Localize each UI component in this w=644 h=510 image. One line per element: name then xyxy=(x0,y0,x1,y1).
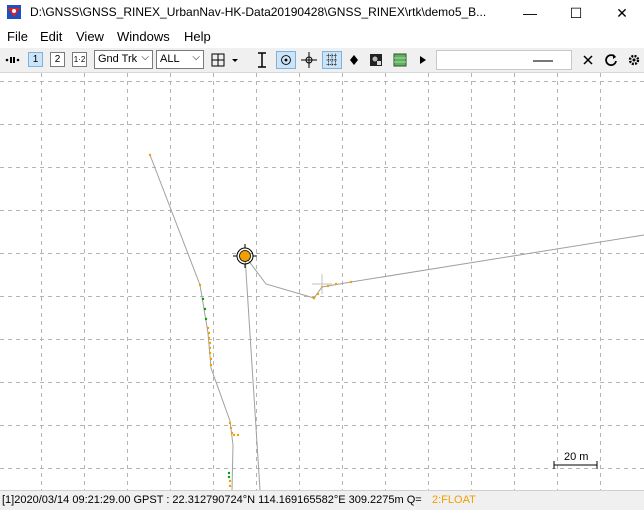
menu-view[interactable]: View xyxy=(76,29,104,44)
chevron-down-icon: ⌵ xyxy=(192,52,200,63)
center-origin-icon[interactable] xyxy=(276,51,296,69)
float-points xyxy=(148,153,353,488)
window-title: D:\GNSS\GNSS_RINEX_UrbanNav-HK-Data20190… xyxy=(30,5,487,19)
clear-icon[interactable] xyxy=(580,51,596,69)
minimize-button[interactable]: — xyxy=(508,0,552,26)
map-icon[interactable] xyxy=(392,51,408,69)
plot-2-button[interactable]: 2 xyxy=(50,52,65,67)
app-icon xyxy=(7,5,21,19)
gear-icon[interactable] xyxy=(626,51,642,69)
menu-edit[interactable]: Edit xyxy=(40,29,62,44)
scale-label: 20 m xyxy=(564,451,588,463)
plot-1-button[interactable]: 1 xyxy=(28,52,43,67)
dropdown-arrow-icon[interactable] xyxy=(230,51,240,69)
menu-bar: File Edit View Windows Help xyxy=(0,27,644,47)
title-bar: D:\GNSS\GNSS_RINEX_UrbanNav-HK-Data20190… xyxy=(0,0,644,26)
plot-1-2-button[interactable]: 1·2 xyxy=(72,52,87,67)
slider-thumb[interactable] xyxy=(533,60,553,62)
menu-file[interactable]: File xyxy=(7,29,28,44)
menu-help[interactable]: Help xyxy=(184,29,211,44)
grid-icon[interactable] xyxy=(322,51,342,69)
play-icon[interactable] xyxy=(416,51,430,69)
plot-canvas: 20 m xyxy=(0,73,644,490)
close-button[interactable]: ✕ xyxy=(600,0,644,26)
maximize-icon: ☐ xyxy=(569,4,583,21)
origin-cross xyxy=(312,274,332,294)
marker-icon[interactable] xyxy=(346,51,362,69)
current-position-marker xyxy=(233,244,257,268)
fit-vertical-icon[interactable] xyxy=(254,51,270,69)
track-lines xyxy=(149,154,644,490)
maximize-button[interactable]: ☐ xyxy=(554,0,598,26)
status-position-text: [1]2020/03/14 09:21:29.00 GPST : 22.3127… xyxy=(2,494,422,506)
satellite-value: ALL xyxy=(160,53,180,65)
plot-type-value: Gnd Trk xyxy=(98,53,138,65)
menu-windows[interactable]: Windows xyxy=(117,29,170,44)
time-slider[interactable] xyxy=(436,50,572,70)
show-cross-icon[interactable] xyxy=(300,51,318,69)
chevron-down-icon: ⌵ xyxy=(141,52,149,63)
minimize-icon: — xyxy=(523,5,537,21)
satellite-select[interactable]: ALL ⌵ xyxy=(156,50,204,69)
status-bar: [1]2020/03/14 09:21:29.00 GPST : 22.3127… xyxy=(0,490,644,510)
status-quality: 2:FLOAT xyxy=(432,494,476,506)
close-icon: ✕ xyxy=(616,4,628,21)
quality-filter-icon[interactable] xyxy=(210,51,226,69)
image-icon[interactable] xyxy=(368,51,384,69)
ground-track-plot[interactable]: 20 m xyxy=(0,73,644,490)
fix-points xyxy=(201,297,231,479)
reload-icon[interactable] xyxy=(603,51,619,69)
connect-icon[interactable] xyxy=(4,51,20,69)
plot-type-select[interactable]: Gnd Trk ⌵ xyxy=(94,50,153,69)
